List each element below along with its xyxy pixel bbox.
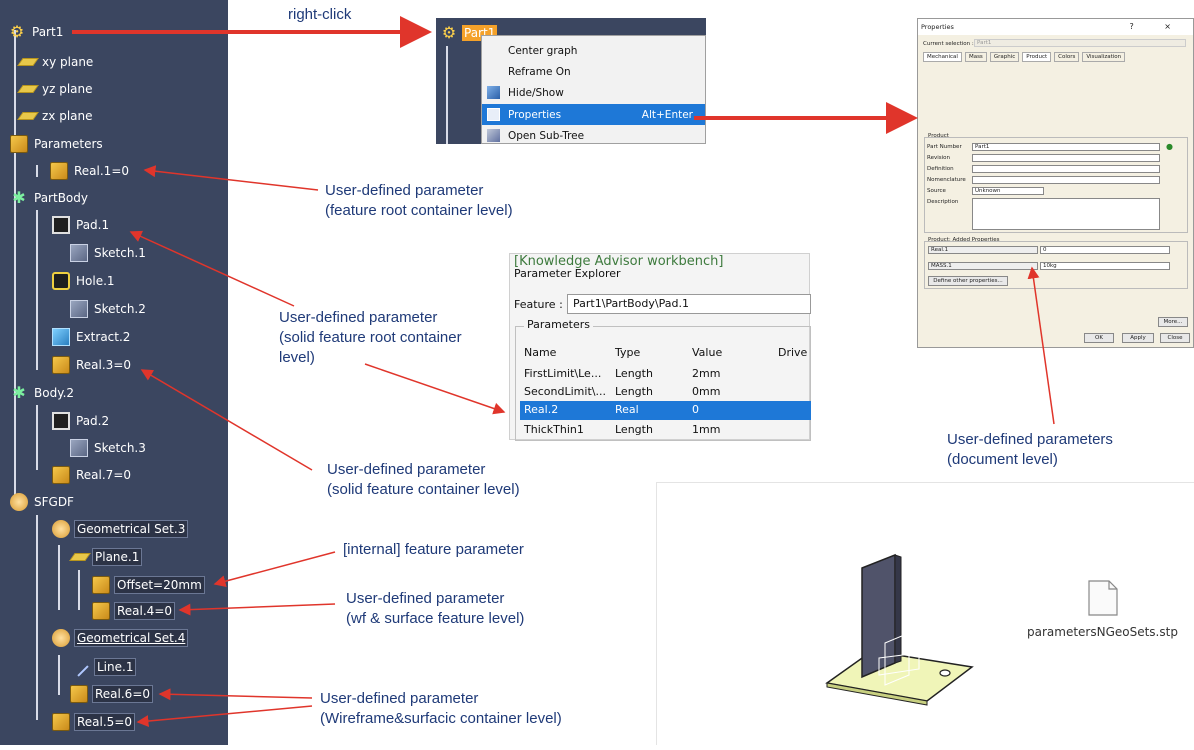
annotation-arrows xyxy=(72,16,1055,728)
arrow-real-2 xyxy=(364,363,506,415)
arrow-real-5 xyxy=(136,705,313,728)
arrow-real-3 xyxy=(140,369,313,471)
arrow-real-6 xyxy=(158,688,313,701)
arrow-offset xyxy=(213,551,336,588)
arrow-pad-1 xyxy=(129,230,295,307)
arrow-real-1 xyxy=(143,165,319,191)
arrow-real-4 xyxy=(178,603,336,616)
arrow-document-level xyxy=(1027,266,1055,425)
